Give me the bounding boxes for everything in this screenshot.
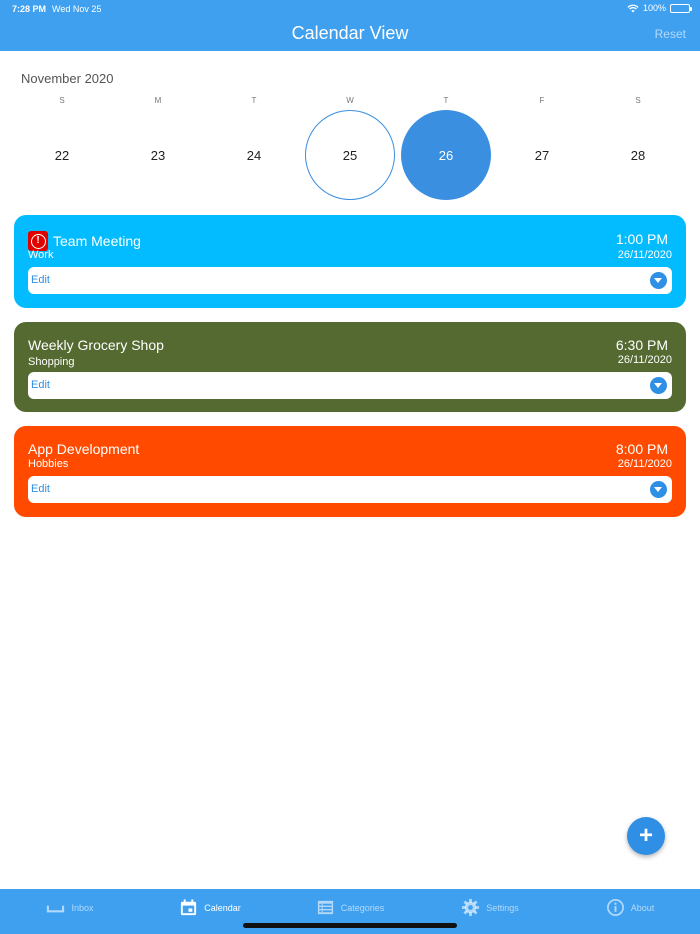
event-date: 26/11/2020 [617,354,672,366]
event-title: App Development [28,441,140,457]
event-title-row: ! Team Meeting [28,231,141,251]
reset-button[interactable]: Reset [655,27,686,41]
edit-label: Edit [31,379,50,391]
day-number: 25 [305,110,395,200]
event-date: 26/11/2020 [617,458,672,470]
event-time: 6:30 PM [615,337,668,353]
day-number: 22 [54,147,70,163]
chevron-down-icon[interactable] [650,377,667,394]
add-event-button[interactable]: + [627,817,665,855]
edit-bar[interactable]: Edit [28,372,672,399]
day-cell[interactable]: 28 [590,110,686,200]
tab-label: Categories [340,902,385,913]
day-number: 28 [630,147,646,163]
inbox-icon [47,905,65,913]
event-card[interactable]: ! Team Meeting Work 1:00 PM 26/11/2020 E… [14,215,686,308]
list-icon [317,900,333,915]
tab-inbox[interactable]: Inbox [0,889,140,934]
event-title: Weekly Grocery Shop [28,337,164,353]
battery-percent: 100% [642,3,666,13]
weekday-label: F [539,96,545,105]
event-card[interactable]: Weekly Grocery Shop Shopping 6:30 PM 26/… [14,322,686,412]
day-cell[interactable]: 24 [206,110,302,200]
day-number: 26 [401,110,491,200]
alert-icon: ! [28,231,48,251]
edit-label: Edit [31,483,50,495]
day-cell[interactable]: 23 [110,110,206,200]
wifi-icon [627,4,639,12]
edit-label: Edit [31,274,50,286]
event-time: 1:00 PM [615,231,668,247]
weekday-label: S [59,96,65,105]
event-category: Work [28,249,54,261]
tab-label: Settings [486,902,519,913]
day-number: 24 [246,147,262,163]
week-days-row: 22 23 24 25 26 27 28 [14,110,686,200]
day-number: 27 [534,147,550,163]
chevron-down-icon[interactable] [650,481,667,498]
event-time: 8:00 PM [615,441,668,457]
weekday-row: S M T W T F S [14,96,686,105]
event-title: Team Meeting [53,233,141,249]
weekday-label: T [251,96,257,105]
home-indicator [243,923,457,928]
chevron-down-icon[interactable] [650,272,667,289]
day-cell[interactable]: 22 [14,110,110,200]
event-date: 26/11/2020 [617,249,672,261]
gear-icon [462,898,480,917]
day-cell-today[interactable]: 25 [302,110,398,200]
weekday-label: T [443,96,449,105]
day-cell[interactable]: 27 [494,110,590,200]
page-title: Calendar View [291,23,409,43]
tab-label: Calendar [204,902,241,913]
tab-label: Inbox [71,902,94,913]
event-title-row: App Development [28,441,139,457]
calendar-icon [181,899,197,916]
status-right: 100% [627,3,692,13]
event-card[interactable]: App Development Hobbies 8:00 PM 26/11/20… [14,426,686,517]
event-category: Hobbies [28,458,69,470]
status-time: 7:28 PM [12,4,47,14]
info-icon [606,899,624,916]
event-title-row: Weekly Grocery Shop [28,337,164,353]
month-label: November 2020 [21,71,114,86]
day-cell-selected[interactable]: 26 [398,110,494,200]
event-category: Shopping [28,356,75,368]
app-header: 7:28 PM Wed Nov 25 100% Calendar View Re… [0,0,700,51]
status-date: Wed Nov 25 [52,4,102,14]
edit-bar[interactable]: Edit [28,476,672,503]
tab-about[interactable]: About [560,889,700,934]
weekday-label: M [154,96,162,105]
weekday-label: S [635,96,641,105]
weekday-label: W [346,96,354,105]
tab-label: About [630,902,655,913]
day-number: 23 [150,147,166,163]
battery-icon [670,3,692,13]
edit-bar[interactable]: Edit [28,267,672,294]
